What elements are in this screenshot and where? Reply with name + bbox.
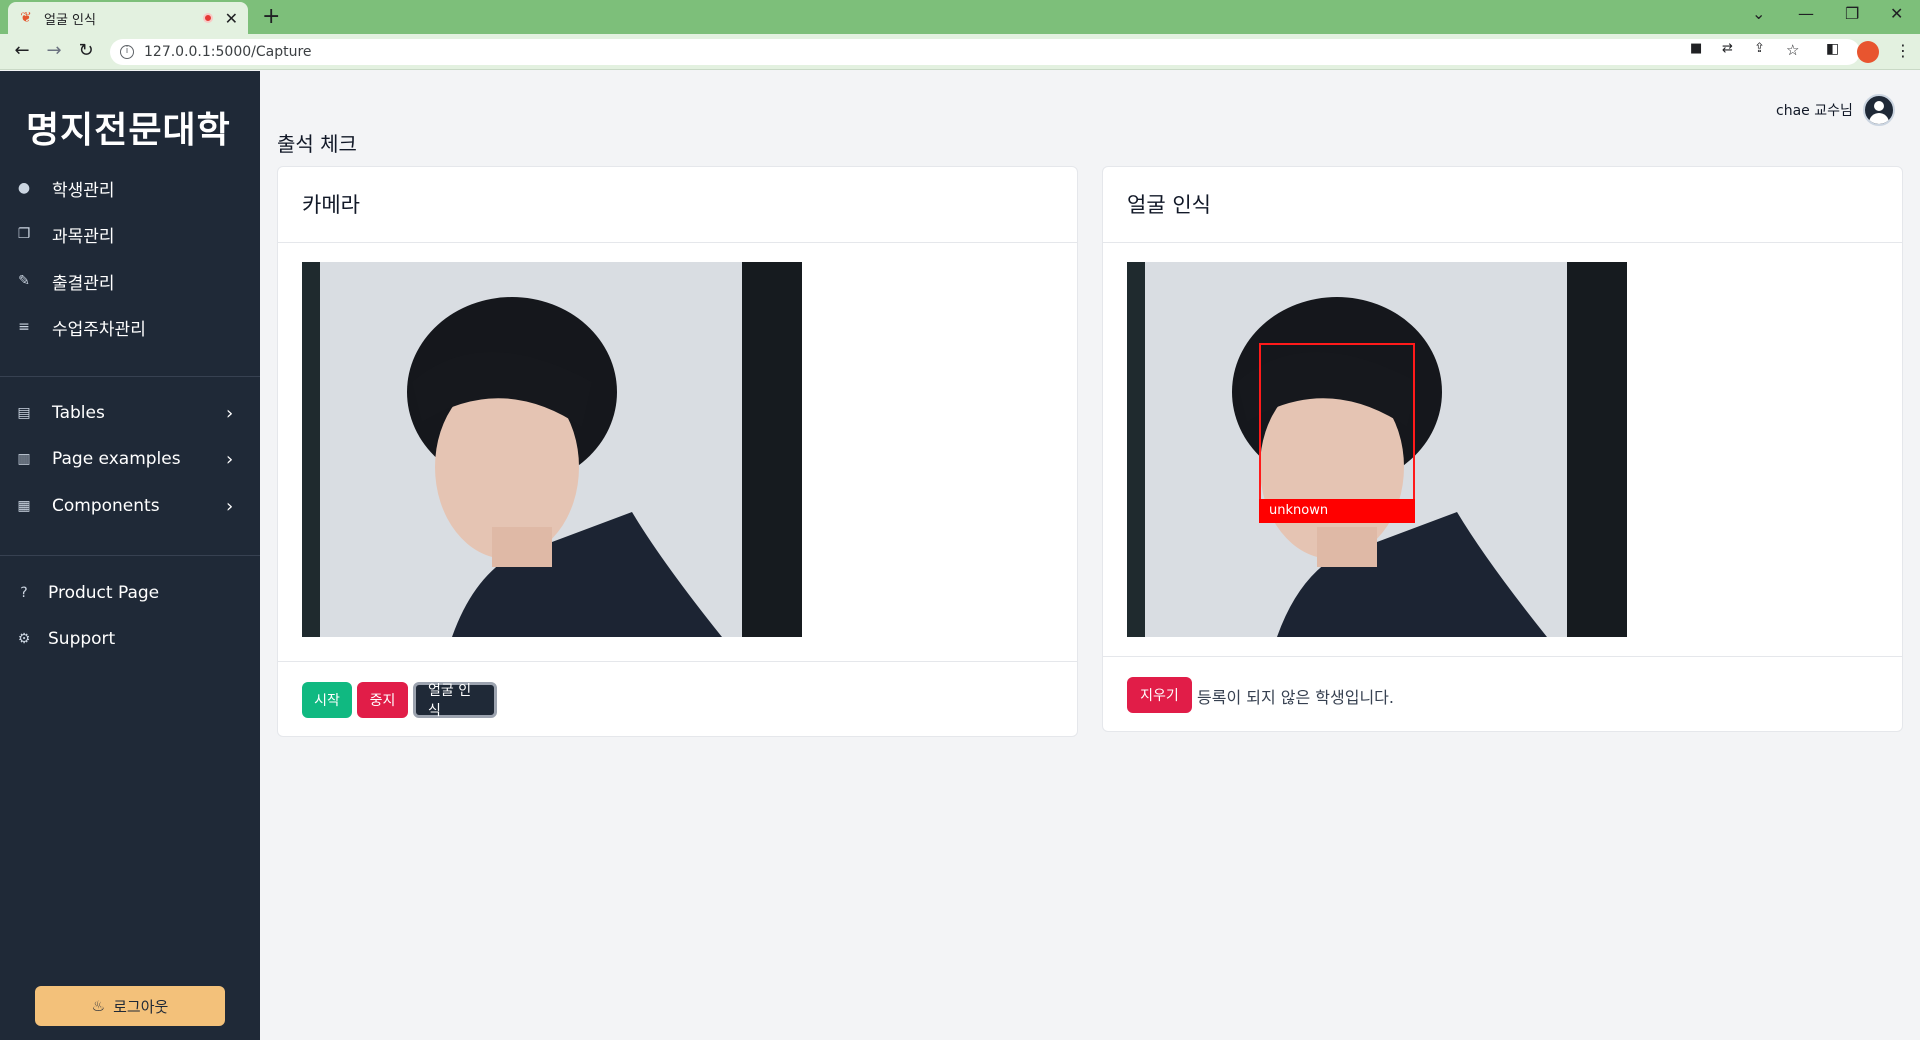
camera-frame-image — [302, 262, 802, 637]
sidebar-item-components[interactable]: ▦ Components › — [14, 490, 233, 522]
translate-icon[interactable]: ⇄ — [1722, 41, 1733, 56]
archive-icon: ▦ — [17, 498, 31, 514]
sidebar: 명지전문대학 ● 학생관리 ❐ 과목관리 ✎ 출결관리 ≡ 수업주차관리 ▤ T… — [0, 71, 260, 1040]
sidebar-item-label: Tables — [52, 403, 105, 423]
tab-title: 얼굴 인식 — [44, 12, 96, 28]
copy-icon: ❐ — [17, 226, 31, 242]
face-bounding-box — [1259, 343, 1415, 523]
sidebar-item-support[interactable]: ⚙ Support — [14, 623, 115, 655]
sidebar-divider — [0, 555, 260, 556]
user-menu[interactable]: chae 교수님 — [1776, 94, 1895, 126]
restore-icon[interactable]: ❐ — [1845, 4, 1859, 23]
flask-favicon-icon: ❦ — [20, 10, 32, 26]
share-icon[interactable]: ⇪ — [1754, 41, 1765, 56]
user-icon: ● — [17, 180, 31, 196]
camera-card: 카메라 시작 중지 얼굴 인식 — [277, 166, 1078, 737]
sidebar-item-label: 수업주차관리 — [52, 319, 146, 340]
camera-card-footer: 시작 중지 얼굴 인식 — [278, 661, 1077, 737]
logout-button[interactable]: ♨ 로그아웃 — [35, 986, 225, 1026]
user-name: chae 교수님 — [1776, 103, 1853, 119]
sidebar-item-week[interactable]: ≡ 수업주차관리 — [14, 311, 146, 343]
brand-title[interactable]: 명지전문대학 — [26, 101, 231, 153]
recognition-card-title: 얼굴 인식 — [1103, 167, 1902, 243]
face-label: unknown — [1259, 499, 1415, 523]
help-icon: ? — [20, 585, 28, 601]
back-icon[interactable]: ← — [10, 40, 34, 61]
sidebar-item-label: Product Page — [48, 583, 160, 603]
minimize-icon[interactable]: — — [1798, 4, 1814, 23]
avatar — [1862, 94, 1895, 126]
pages-icon: ▥ — [17, 451, 31, 467]
browser-tab[interactable]: ❦ 얼굴 인식 ✕ — [8, 2, 248, 34]
fire-icon: ♨ — [91, 997, 106, 1015]
reload-icon[interactable]: ↻ — [74, 40, 98, 61]
camera-feed — [302, 262, 802, 637]
edit-icon: ✎ — [18, 273, 30, 289]
bookmark-star-icon[interactable]: ☆ — [1786, 41, 1799, 59]
chevron-right-icon: › — [226, 402, 234, 424]
camera-in-use-icon[interactable]: ■ — [1690, 41, 1702, 56]
sidebar-item-student[interactable]: ● 학생관리 — [14, 172, 115, 204]
sidebar-item-label: 과목관리 — [52, 226, 115, 247]
logout-label: 로그아웃 — [113, 997, 169, 1016]
window-close-icon[interactable]: ✕ — [1890, 4, 1903, 23]
recognition-card: 얼굴 인식 unknown 지우기 등록이 되지 않은 학생입니다. — [1102, 166, 1903, 732]
browser-menu-icon[interactable]: ⋮ — [1895, 41, 1911, 60]
sidebar-item-label: Support — [48, 629, 116, 649]
sidebar-item-label: Components — [52, 496, 160, 516]
sidebar-item-product-page[interactable]: ? Product Page — [14, 577, 159, 609]
sidebar-item-label: Page examples — [52, 449, 181, 469]
start-button[interactable]: 시작 — [302, 682, 352, 718]
sidebar-item-attendance[interactable]: ✎ 출결관리 — [14, 265, 115, 297]
url-text: 127.0.0.1:5000/Capture — [144, 44, 312, 60]
sidebar-item-subject[interactable]: ❐ 과목관리 — [14, 218, 115, 250]
face-recognize-button[interactable]: 얼굴 인식 — [413, 682, 497, 719]
recognition-card-footer: 지우기 등록이 되지 않은 학생입니다. — [1103, 656, 1902, 732]
chevron-right-icon: › — [226, 448, 234, 470]
forward-icon[interactable]: → — [42, 40, 66, 61]
gear-icon: ⚙ — [17, 631, 31, 647]
recording-indicator-icon — [202, 13, 213, 23]
table-icon: ▤ — [17, 405, 31, 421]
sidebar-item-label: 출결관리 — [52, 273, 115, 294]
profile-avatar[interactable] — [1857, 41, 1879, 63]
browser-tab-strip: ❦ 얼굴 인식 ✕ + ⌄ — ❐ ✕ — [0, 0, 1920, 34]
clear-button[interactable]: 지우기 — [1127, 677, 1192, 713]
side-panel-icon[interactable]: ◧ — [1826, 41, 1839, 57]
sidebar-item-page-examples[interactable]: ▥ Page examples › — [14, 443, 233, 475]
tab-search-icon[interactable]: ⌄ — [1752, 4, 1765, 23]
tab-close-icon[interactable]: ✕ — [225, 9, 238, 28]
sidebar-item-tables[interactable]: ▤ Tables › — [14, 397, 233, 429]
chevron-right-icon: › — [226, 495, 234, 517]
stop-button[interactable]: 중지 — [357, 682, 408, 718]
camera-card-title: 카메라 — [278, 167, 1077, 243]
recognition-message: 등록이 되지 않은 학생입니다. — [1197, 688, 1394, 707]
site-info-icon[interactable]: i — [120, 45, 134, 59]
new-tab-button[interactable]: + — [262, 4, 280, 29]
url-field[interactable]: i 127.0.0.1:5000/Capture — [110, 39, 1860, 65]
sidebar-divider — [0, 376, 260, 377]
address-bar-row: ← → ↻ i 127.0.0.1:5000/Capture ■ ⇄ ⇪ ☆ ◧… — [0, 34, 1920, 70]
recognition-image: unknown — [1127, 262, 1627, 637]
page-title: 출석 체크 — [277, 132, 357, 156]
sidebar-item-label: 학생관리 — [52, 180, 115, 201]
list-icon: ≡ — [18, 319, 30, 335]
